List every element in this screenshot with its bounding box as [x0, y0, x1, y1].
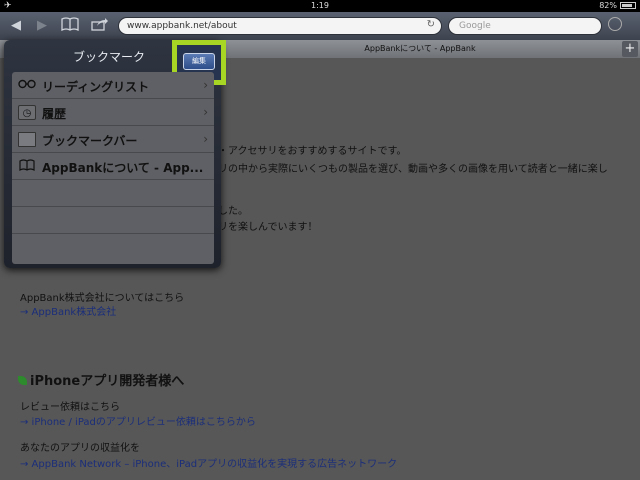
- monetize-text: あなたのアプリの収益化を: [20, 443, 140, 454]
- folder-icon: [18, 132, 36, 147]
- list-item-reading-list[interactable]: リーディングリスト ›: [12, 72, 214, 99]
- company-link[interactable]: → AppBank株式会社: [20, 303, 116, 318]
- search-input[interactable]: Google: [448, 17, 602, 35]
- bookmarks-book-icon[interactable]: [60, 17, 80, 35]
- company-text: AppBank株式会社についてはこちら: [20, 293, 185, 304]
- url-text: www.appbank.net/about: [127, 21, 237, 31]
- battery-icon: [620, 2, 636, 9]
- search-placeholder: Google: [459, 21, 491, 31]
- toolbar-bubble-icon: [608, 17, 622, 31]
- list-item-label: ブックマークバー: [42, 134, 138, 148]
- bookmarks-popover: ブックマーク 編集 リーディングリスト › ◷ 履歴 › ブックマークバー › …: [4, 40, 226, 268]
- edit-button[interactable]: 編集: [183, 53, 215, 70]
- back-arrow-icon[interactable]: ◀: [6, 17, 26, 35]
- list-item-label: リーディングリスト: [42, 80, 150, 94]
- page-text-line: プリを楽しんでいます！: [208, 222, 318, 233]
- reload-icon[interactable]: ↻: [427, 19, 435, 30]
- page-text-line: リ・アクセサリをおすすめするサイトです。: [208, 146, 407, 157]
- monetize-link[interactable]: → AppBank Network – iPhone、iPadアプリの収益化を実…: [20, 455, 397, 470]
- list-item-appbank-bookmark[interactable]: AppBankについて - App...: [12, 153, 214, 180]
- forward-arrow-icon[interactable]: ▶: [32, 17, 52, 35]
- list-item-empty: [12, 207, 214, 234]
- review-link[interactable]: → iPhone / iPadのアプリレビュー依頼はこちらから: [20, 413, 256, 428]
- dev-heading-text: iPhoneアプリ開発者様へ: [30, 374, 185, 389]
- status-bar: ✈ 1:19 82%: [0, 0, 640, 12]
- list-item-empty: [12, 180, 214, 207]
- page-text-line: サリの中から実際にいくつもの製品を選び、動画や多くの画像を用いて読者と一緒に楽し: [208, 164, 608, 175]
- bookmark-list: リーディングリスト › ◷ 履歴 › ブックマークバー › AppBankについ…: [12, 72, 214, 264]
- review-text: レビュー依頼はこちら: [20, 402, 120, 413]
- reading-glasses-icon: [18, 78, 36, 93]
- history-clock-icon: ◷: [18, 105, 36, 120]
- list-item-history[interactable]: ◷ 履歴 ›: [12, 99, 214, 126]
- url-field[interactable]: www.appbank.net/about ↻: [118, 17, 442, 35]
- tab-appbank[interactable]: AppBankについて - AppBank: [220, 40, 620, 58]
- list-item-label: AppBankについて - App...: [42, 161, 204, 175]
- chevron-right-icon: ›: [203, 132, 208, 146]
- chevron-right-icon: ›: [203, 105, 208, 119]
- chevron-right-icon: ›: [203, 78, 208, 92]
- list-item-bookmark-bar[interactable]: ブックマークバー ›: [12, 126, 214, 153]
- new-tab-button[interactable]: +: [622, 41, 638, 57]
- battery-percent: 82%: [599, 1, 617, 10]
- battery-indicator: 82%: [599, 1, 636, 10]
- book-icon: [18, 159, 36, 174]
- dev-heading: iPhoneアプリ開発者様へ: [18, 370, 184, 389]
- list-item-empty: [12, 234, 214, 261]
- status-time: 1:19: [311, 1, 329, 10]
- leaf-icon: [18, 376, 27, 385]
- share-icon[interactable]: [90, 17, 110, 35]
- browser-toolbar: ◀ ▶ www.appbank.net/about ↻ Google: [0, 12, 640, 40]
- list-item-label: 履歴: [42, 107, 67, 121]
